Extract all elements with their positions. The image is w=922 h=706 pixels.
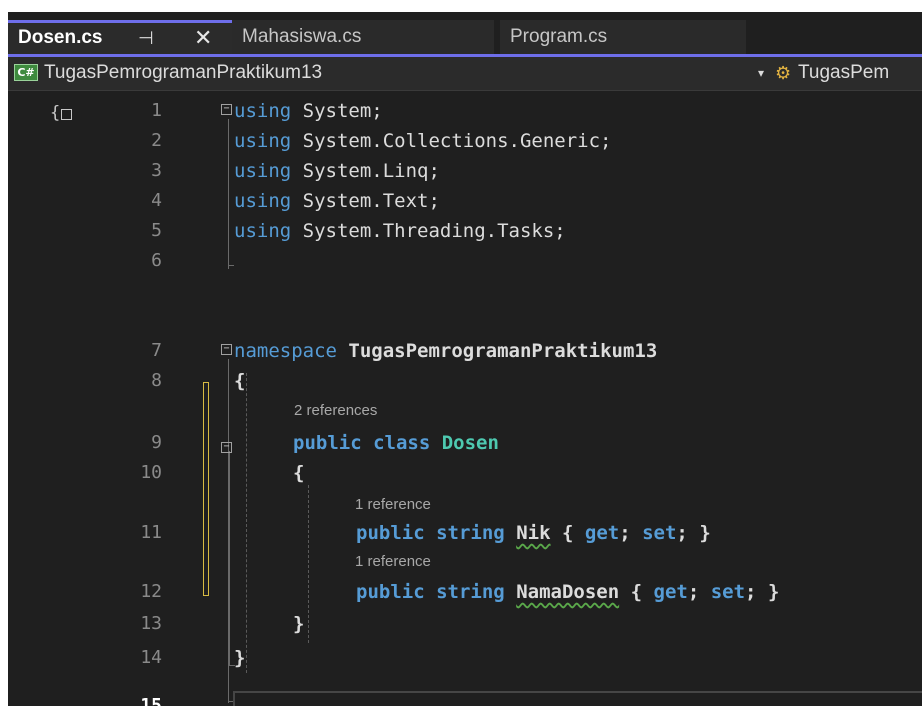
line-number: 13: [140, 613, 162, 634]
type-selector[interactable]: TugasPem: [798, 61, 889, 85]
pin-icon[interactable]: ⊣: [138, 23, 154, 53]
line-number: 15: [140, 695, 162, 706]
chevron-down-icon[interactable]: ▾: [758, 61, 764, 85]
code-line: 3 using System.Linq;: [8, 156, 922, 186]
code-text: using System.Text;: [234, 190, 440, 212]
code-text: public string Nik { get; set; }: [356, 522, 711, 544]
code-line: 4 using System.Text;: [8, 186, 922, 216]
code-text: public string NamaDosen { get; set; }: [356, 581, 780, 603]
line-number: 3: [151, 160, 162, 181]
code-line: 6: [8, 246, 922, 276]
code-text: public class Dosen: [293, 432, 499, 454]
code-line: 11 public string Nik { get; set; }: [8, 518, 922, 548]
code-text: {: [234, 370, 246, 392]
code-line: 1 using System;: [8, 96, 922, 126]
close-icon[interactable]: ✕: [194, 23, 212, 53]
change-indicator: [203, 382, 209, 596]
tab-program-cs[interactable]: Program.cs: [500, 20, 746, 54]
line-number: 12: [140, 581, 162, 602]
navigation-bar: C# TugasPemrogramanPraktikum13 ▾ ⚙ Tugas…: [8, 57, 922, 91]
line-number: 5: [151, 220, 162, 241]
tab-dosen-cs[interactable]: Dosen.cs ⊣ ✕: [8, 20, 232, 54]
code-text: namespace TugasPemrogramanPraktikum13: [234, 340, 658, 362]
tab-mahasiswa-cs[interactable]: Mahasiswa.cs: [232, 20, 494, 54]
project-selector[interactable]: TugasPemrogramanPraktikum13: [44, 61, 322, 85]
codelens-references[interactable]: 1 reference: [355, 495, 431, 515]
codelens-references[interactable]: 2 references: [294, 401, 377, 421]
line-number: 2: [151, 130, 162, 151]
line-number: 6: [151, 250, 162, 271]
code-text: }: [293, 613, 305, 635]
tab-label: Program.cs: [510, 26, 608, 47]
code-text: using System.Linq;: [234, 160, 440, 182]
line-number: 7: [151, 340, 162, 361]
code-line: 9 public class Dosen: [8, 428, 922, 458]
tab-label: Mahasiswa.cs: [242, 26, 362, 47]
code-line: 15: [8, 691, 922, 706]
code-text: }: [234, 647, 246, 669]
line-number: 9: [151, 432, 162, 453]
line-number: 10: [140, 462, 162, 483]
class-icon: ⚙: [775, 63, 792, 83]
code-text: using System;: [234, 100, 383, 122]
code-line: 14 }: [8, 643, 922, 673]
line-number: 1: [151, 100, 162, 121]
code-line: 10 {: [8, 458, 922, 488]
code-text: using System.Collections.Generic;: [234, 130, 612, 152]
code-line: 7 namespace TugasPemrogramanPraktikum13: [8, 336, 922, 366]
code-line: 8 {: [8, 366, 922, 396]
line-number: 8: [151, 370, 162, 391]
document-tab-strip: Dosen.cs ⊣ ✕ Mahasiswa.cs Program.cs: [8, 12, 922, 57]
code-editor[interactable]: { − − − 1 using System; 2 using System.C…: [8, 91, 922, 706]
code-line: 5 using System.Threading.Tasks;: [8, 216, 922, 246]
csharp-project-icon: C#: [14, 64, 38, 81]
line-number: 11: [140, 522, 162, 543]
code-line: 2 using System.Collections.Generic;: [8, 126, 922, 156]
code-line: 12 public string NamaDosen { get; set; }: [8, 577, 922, 607]
line-number: 14: [140, 647, 162, 668]
codelens-references[interactable]: 1 reference: [355, 552, 431, 572]
tab-label: Dosen.cs: [18, 27, 103, 48]
editor-window: Dosen.cs ⊣ ✕ Mahasiswa.cs Program.cs C# …: [8, 12, 922, 706]
code-line: 13 }: [8, 609, 922, 639]
line-number: 4: [151, 190, 162, 211]
code-text: using System.Threading.Tasks;: [234, 220, 566, 242]
code-text: {: [293, 462, 305, 484]
